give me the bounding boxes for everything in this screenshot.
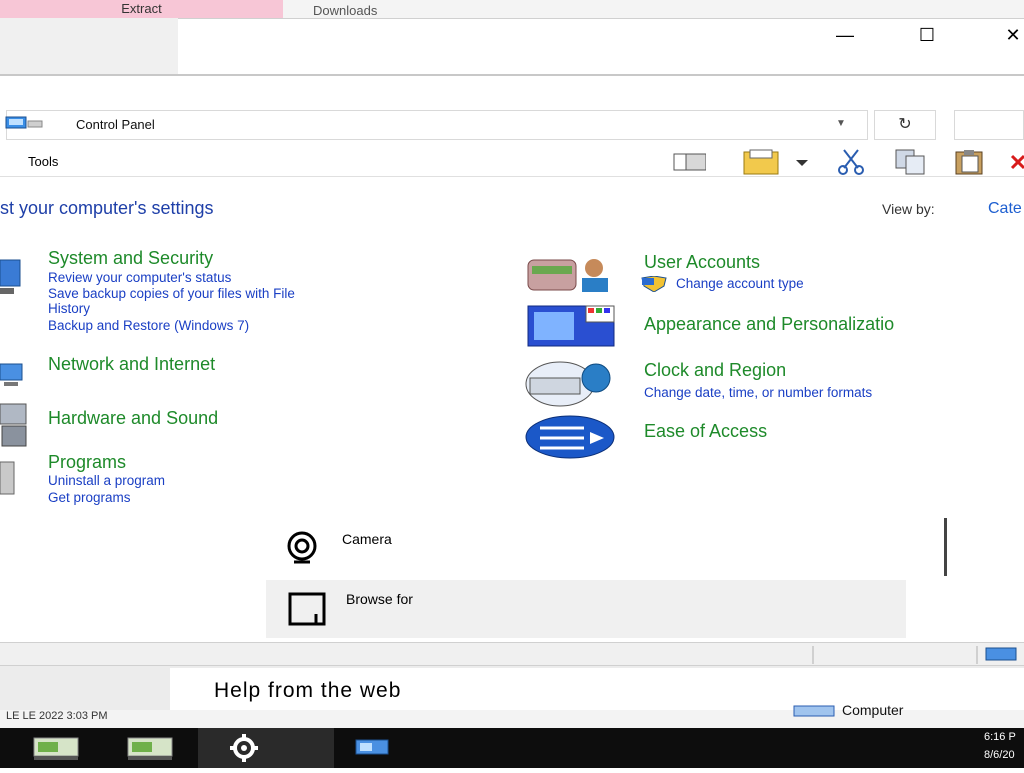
close-button[interactable]: ✕: [990, 18, 1024, 52]
appearance-icon[interactable]: [526, 304, 622, 357]
copy-icon[interactable]: [894, 148, 928, 176]
tab-downloads[interactable]: Downloads: [313, 0, 513, 18]
link-uninstall-program[interactable]: Uninstall a program: [48, 473, 165, 489]
category-network-internet[interactable]: Network and Internet: [48, 354, 215, 375]
camera-label: Camera: [342, 531, 392, 547]
computer-icon: [984, 646, 1024, 667]
status-divider: [812, 646, 814, 664]
category-programs[interactable]: Programs: [48, 452, 126, 473]
search-input[interactable]: [954, 110, 1024, 140]
browse-file-icon: [288, 592, 328, 631]
view-by-dropdown[interactable]: Cate: [988, 200, 1022, 218]
clock-time[interactable]: 6:16 P: [984, 731, 1016, 743]
computer-small-icon: [792, 704, 836, 723]
taskbar-network-icon[interactable]: [28, 728, 98, 768]
popup-scroll-indicator: [944, 518, 947, 576]
cut-icon[interactable]: [834, 148, 868, 176]
title-bar-left: [0, 18, 178, 74]
shield-icon[interactable]: [0, 254, 24, 303]
page-title: st your computer's settings: [0, 198, 214, 218]
category-appearance-personalization[interactable]: Appearance and Personalizatio: [644, 314, 894, 335]
refresh-button[interactable]: ↻: [874, 110, 936, 140]
panel-icon[interactable]: [672, 148, 707, 176]
user-accounts-icon[interactable]: [526, 254, 618, 301]
paste-icon[interactable]: [952, 148, 986, 176]
camera-icon: [280, 530, 326, 571]
status-divider: [976, 646, 978, 664]
category-hardware-sound[interactable]: Hardware and Sound: [48, 408, 218, 429]
menu-tools[interactable]: Tools: [28, 154, 58, 169]
taskbar-window-icon[interactable]: [122, 728, 192, 768]
browse-label: Browse for: [346, 591, 413, 607]
delete-icon[interactable]: [1008, 148, 1024, 176]
category-ease-of-access[interactable]: Ease of Access: [644, 421, 767, 442]
view-by-label: View by:: [882, 201, 935, 217]
properties-icon[interactable]: [742, 148, 816, 176]
clock-region-icon[interactable]: [524, 360, 616, 413]
address-dropdown-icon[interactable]: ▼: [836, 118, 846, 129]
category-system-security[interactable]: System and Security: [48, 248, 213, 269]
gear-icon[interactable]: [224, 728, 294, 768]
programs-icon[interactable]: [0, 458, 20, 503]
ease-of-access-icon[interactable]: [524, 414, 618, 465]
uac-shield-icon: [640, 275, 668, 297]
printer-icon[interactable]: [0, 400, 30, 455]
background-computer-label: Computer: [842, 702, 904, 718]
menu-item-browse[interactable]: [266, 580, 906, 638]
status-bar: [0, 642, 1024, 666]
help-from-web[interactable]: Help from the web: [214, 679, 401, 703]
tab-extract[interactable]: Extract: [0, 0, 283, 18]
menu-item-camera[interactable]: [270, 522, 870, 574]
minimize-button[interactable]: —: [822, 18, 868, 52]
divider: [0, 74, 1024, 76]
link-save-backup[interactable]: Save backup copies of your files with Fi…: [48, 286, 295, 302]
link-backup-restore[interactable]: Backup and Restore (Windows 7): [48, 318, 249, 334]
category-user-accounts[interactable]: User Accounts: [644, 252, 760, 273]
address-path: Control Panel: [76, 117, 155, 132]
link-change-date-time[interactable]: Change date, time, or number formats: [644, 385, 872, 401]
control-panel-icon: [4, 116, 44, 130]
toolbar-divider: [0, 176, 1024, 177]
network-icon[interactable]: [0, 360, 26, 395]
category-clock-region[interactable]: Clock and Region: [644, 360, 786, 381]
link-change-account-type[interactable]: Change account type: [676, 276, 804, 292]
link-get-programs[interactable]: Get programs: [48, 490, 131, 506]
taskbar-control-panel-icon[interactable]: [352, 728, 422, 768]
background-timestamp: LE LE 2022 3:03 PM: [6, 710, 108, 722]
clock-date[interactable]: 8/6/20: [984, 749, 1015, 761]
maximize-button[interactable]: ☐: [904, 18, 950, 52]
link-file-history[interactable]: History: [48, 301, 90, 317]
link-review-status[interactable]: Review your computer's status: [48, 270, 231, 286]
